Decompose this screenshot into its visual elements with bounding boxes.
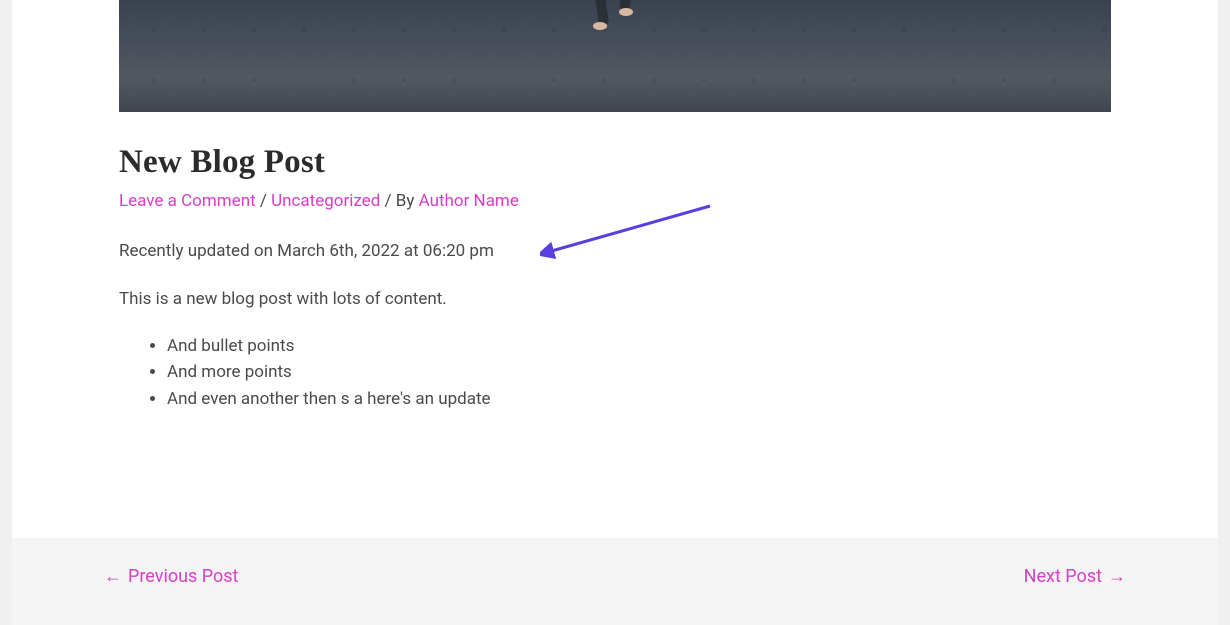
list-item: And even another then s a here's an upda… bbox=[167, 386, 1111, 412]
author-link[interactable]: Author Name bbox=[419, 191, 519, 211]
post-intro: This is a new blog post with lots of con… bbox=[119, 289, 1111, 309]
previous-post-link[interactable]: ← Previous Post bbox=[104, 566, 238, 587]
list-item: And bullet points bbox=[167, 333, 1111, 359]
bullet-list: And bullet points And more points And ev… bbox=[119, 333, 1111, 412]
next-post-link[interactable]: Next Post → bbox=[1024, 566, 1126, 587]
post-meta: Leave a Comment / Uncategorized / By Aut… bbox=[119, 191, 1111, 211]
page-container: New Blog Post Leave a Comment / Uncatego… bbox=[12, 0, 1218, 625]
post-navigation: ← Previous Post Next Post → bbox=[12, 538, 1218, 615]
last-updated-text: Recently updated on March 6th, 2022 at 0… bbox=[119, 241, 1111, 261]
previous-post-label: Previous Post bbox=[128, 566, 238, 587]
comments-link[interactable]: Leave a Comment bbox=[119, 191, 256, 211]
next-post-label: Next Post bbox=[1024, 566, 1102, 587]
arrow-right-icon: → bbox=[1108, 566, 1126, 587]
footer-strip bbox=[12, 615, 1218, 625]
category-link[interactable]: Uncategorized bbox=[271, 191, 380, 211]
featured-image bbox=[119, 0, 1111, 112]
post-content: New Blog Post Leave a Comment / Uncatego… bbox=[12, 112, 1218, 412]
by-label: / By bbox=[380, 191, 418, 211]
list-item: And more points bbox=[167, 359, 1111, 385]
post-title: New Blog Post bbox=[119, 144, 1111, 181]
meta-separator: / bbox=[256, 191, 271, 211]
arrow-left-icon: ← bbox=[104, 566, 122, 587]
